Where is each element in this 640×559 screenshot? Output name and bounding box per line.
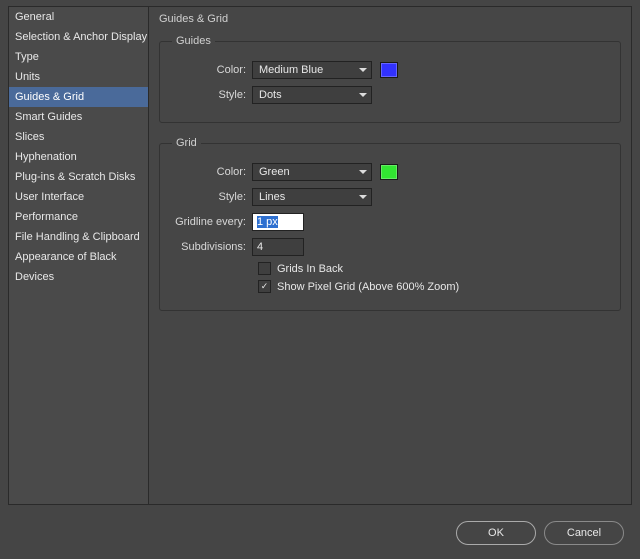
sidebar-item-guides-grid[interactable]: Guides & Grid xyxy=(9,87,148,107)
sidebar-item-selection-anchor-display[interactable]: Selection & Anchor Display xyxy=(9,27,148,47)
show-pixel-grid-label: Show Pixel Grid (Above 600% Zoom) xyxy=(277,281,459,293)
sidebar-item-slices[interactable]: Slices xyxy=(9,127,148,147)
grid-style-value: Lines xyxy=(259,191,285,203)
subdivisions-label: Subdivisions: xyxy=(172,241,252,253)
sidebar-item-file-handling-clipboard[interactable]: File Handling & Clipboard xyxy=(9,227,148,247)
guides-style-value: Dots xyxy=(259,89,282,101)
grids-in-back-checkbox[interactable] xyxy=(258,262,271,275)
page-title: Guides & Grid xyxy=(159,13,621,25)
grid-legend: Grid xyxy=(172,137,201,149)
grids-in-back-label: Grids In Back xyxy=(277,263,343,275)
sidebar-item-user-interface[interactable]: User Interface xyxy=(9,187,148,207)
guides-color-value: Medium Blue xyxy=(259,64,323,76)
cancel-button[interactable]: Cancel xyxy=(544,521,624,545)
sidebar-item-type[interactable]: Type xyxy=(9,47,148,67)
guides-legend: Guides xyxy=(172,35,215,47)
chevron-down-icon xyxy=(359,195,367,199)
ok-button[interactable]: OK xyxy=(456,521,536,545)
sidebar-item-smart-guides[interactable]: Smart Guides xyxy=(9,107,148,127)
guides-color-select[interactable]: Medium Blue xyxy=(252,61,372,79)
sidebar-item-hyphenation[interactable]: Hyphenation xyxy=(9,147,148,167)
chevron-down-icon xyxy=(359,68,367,72)
grid-group: Grid Color: Green Style: Lines Gridline … xyxy=(159,137,621,311)
sidebar-item-units[interactable]: Units xyxy=(9,67,148,87)
preferences-main: Guides & Grid Guides Color: Medium Blue … xyxy=(148,6,632,505)
grid-color-swatch[interactable] xyxy=(380,164,398,180)
sidebar-item-performance[interactable]: Performance xyxy=(9,207,148,227)
chevron-down-icon xyxy=(359,93,367,97)
guides-color-swatch[interactable] xyxy=(380,62,398,78)
gridline-every-label: Gridline every: xyxy=(172,216,252,228)
guides-color-label: Color: xyxy=(172,64,252,76)
sidebar-item-plug-ins-scratch-disks[interactable]: Plug-ins & Scratch Disks xyxy=(9,167,148,187)
guides-group: Guides Color: Medium Blue Style: Dots xyxy=(159,35,621,123)
show-pixel-grid-checkbox[interactable] xyxy=(258,280,271,293)
subdivisions-input[interactable] xyxy=(252,238,304,256)
grids-in-back-row[interactable]: Grids In Back xyxy=(258,262,608,275)
guides-style-label: Style: xyxy=(172,89,252,101)
show-pixel-grid-row[interactable]: Show Pixel Grid (Above 600% Zoom) xyxy=(258,280,608,293)
grid-color-value: Green xyxy=(259,166,290,178)
grid-style-select[interactable]: Lines xyxy=(252,188,372,206)
sidebar-item-devices[interactable]: Devices xyxy=(9,267,148,287)
preferences-sidebar: GeneralSelection & Anchor DisplayTypeUni… xyxy=(8,6,148,505)
sidebar-item-appearance-of-black[interactable]: Appearance of Black xyxy=(9,247,148,267)
grid-color-select[interactable]: Green xyxy=(252,163,372,181)
dialog-footer: OK Cancel xyxy=(456,521,624,545)
chevron-down-icon xyxy=(359,170,367,174)
sidebar-item-general[interactable]: General xyxy=(9,7,148,27)
grid-color-label: Color: xyxy=(172,166,252,178)
grid-style-label: Style: xyxy=(172,191,252,203)
guides-style-select[interactable]: Dots xyxy=(252,86,372,104)
gridline-every-input[interactable] xyxy=(252,213,304,231)
